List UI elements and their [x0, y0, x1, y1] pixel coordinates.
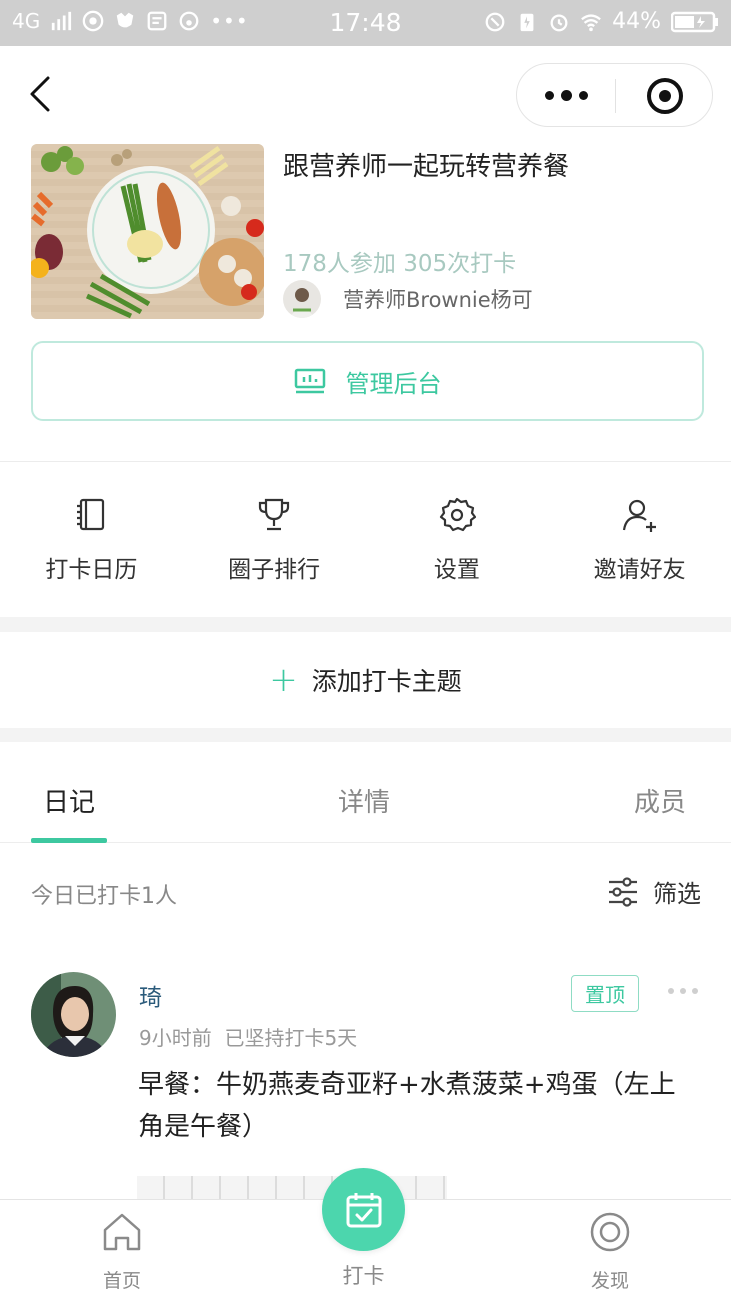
- section-gap: [0, 728, 731, 742]
- gear-icon: [439, 497, 476, 532]
- action-label: 圈子排行: [228, 557, 321, 583]
- miniprogram-capsule: [516, 63, 713, 127]
- group-stats: 178人参加 305次打卡: [283, 251, 517, 277]
- post-more-options-button[interactable]: [668, 988, 698, 994]
- group-cover-image: [31, 144, 264, 319]
- filter-label: 筛选: [653, 880, 701, 908]
- filter-sliders-icon: [609, 876, 637, 907]
- tabbar-discover-label: 发现: [590, 1270, 629, 1292]
- author-name: 营养师Brownie杨可: [343, 288, 533, 312]
- discover-icon: [590, 1212, 630, 1252]
- pinned-badge: 置顶: [571, 975, 639, 1012]
- admin-dashboard-button[interactable]: 管理后台: [31, 341, 704, 421]
- status-bar: 4G ••• 17:48 44%: [0, 0, 731, 46]
- post-text: 早餐：牛奶燕麦奇亚籽+水煮菠菜+鸡蛋（左上角是午餐）: [138, 1070, 676, 1142]
- quick-actions: 打卡日历 圈子排行 设置 邀请好友: [0, 462, 731, 618]
- add-user-icon: [622, 499, 656, 532]
- post-meta: 9小时前 已坚持打卡5天: [139, 1026, 358, 1050]
- plus-icon: +: [269, 660, 298, 700]
- today-checkin-count: 今日已打卡1人: [31, 884, 177, 909]
- filter-button[interactable]: 筛选: [607, 874, 701, 909]
- group-title: 跟营养师一起玩转营养餐: [283, 152, 570, 182]
- checkin-label: 打卡: [342, 1264, 385, 1288]
- home-icon: [103, 1213, 141, 1251]
- nav-bar: [0, 46, 731, 144]
- tabbar-discover[interactable]: 发现: [550, 1210, 670, 1293]
- calendar-book-icon: [77, 498, 105, 531]
- action-settings[interactable]: 设置: [366, 462, 549, 618]
- tabbar-home[interactable]: 首页: [62, 1210, 182, 1293]
- active-tab-indicator: [31, 838, 107, 843]
- battery-icon: [671, 11, 718, 32]
- trophy-icon: [259, 498, 290, 531]
- tabbar-home-label: 首页: [102, 1270, 141, 1292]
- battery-percent: 44%: [612, 9, 661, 34]
- author-avatar[interactable]: [283, 280, 321, 318]
- add-topic-label: 添加打卡主题: [311, 667, 462, 696]
- battery-saver-icon: [520, 13, 534, 31]
- tab-members[interactable]: 成员: [634, 782, 686, 819]
- capsule-divider: [615, 79, 616, 113]
- tab-details[interactable]: 详情: [338, 782, 390, 819]
- calendar-check-icon: [346, 1192, 381, 1227]
- action-label: 设置: [433, 557, 480, 583]
- close-miniprogram-button[interactable]: [647, 78, 683, 114]
- dashboard-icon: [294, 368, 325, 394]
- section-gap: [0, 617, 731, 632]
- action-invite-friends[interactable]: 邀请好友: [548, 462, 731, 618]
- action-label: 打卡日历: [45, 557, 138, 583]
- back-arrow-icon[interactable]: [24, 74, 58, 114]
- wifi-icon: [581, 13, 601, 31]
- more-options-button[interactable]: [517, 64, 615, 126]
- post-user-avatar[interactable]: [31, 972, 116, 1057]
- nfc-icon: [485, 12, 505, 31]
- action-ranking[interactable]: 圈子排行: [183, 462, 366, 618]
- admin-dashboard-label: 管理后台: [345, 369, 442, 398]
- action-checkin-calendar[interactable]: 打卡日历: [0, 462, 183, 618]
- action-label: 邀请好友: [593, 557, 686, 583]
- author-info[interactable]: 营养师Brownie杨可: [283, 280, 533, 318]
- add-checkin-topic-button[interactable]: + 添加打卡主题: [0, 632, 731, 728]
- alarm-icon: [550, 13, 568, 31]
- checkin-button[interactable]: [322, 1168, 405, 1251]
- post-username[interactable]: 琦: [139, 978, 162, 1012]
- content-tabs: 日记 详情 成员: [0, 742, 731, 843]
- tab-diary[interactable]: 日记: [43, 782, 95, 819]
